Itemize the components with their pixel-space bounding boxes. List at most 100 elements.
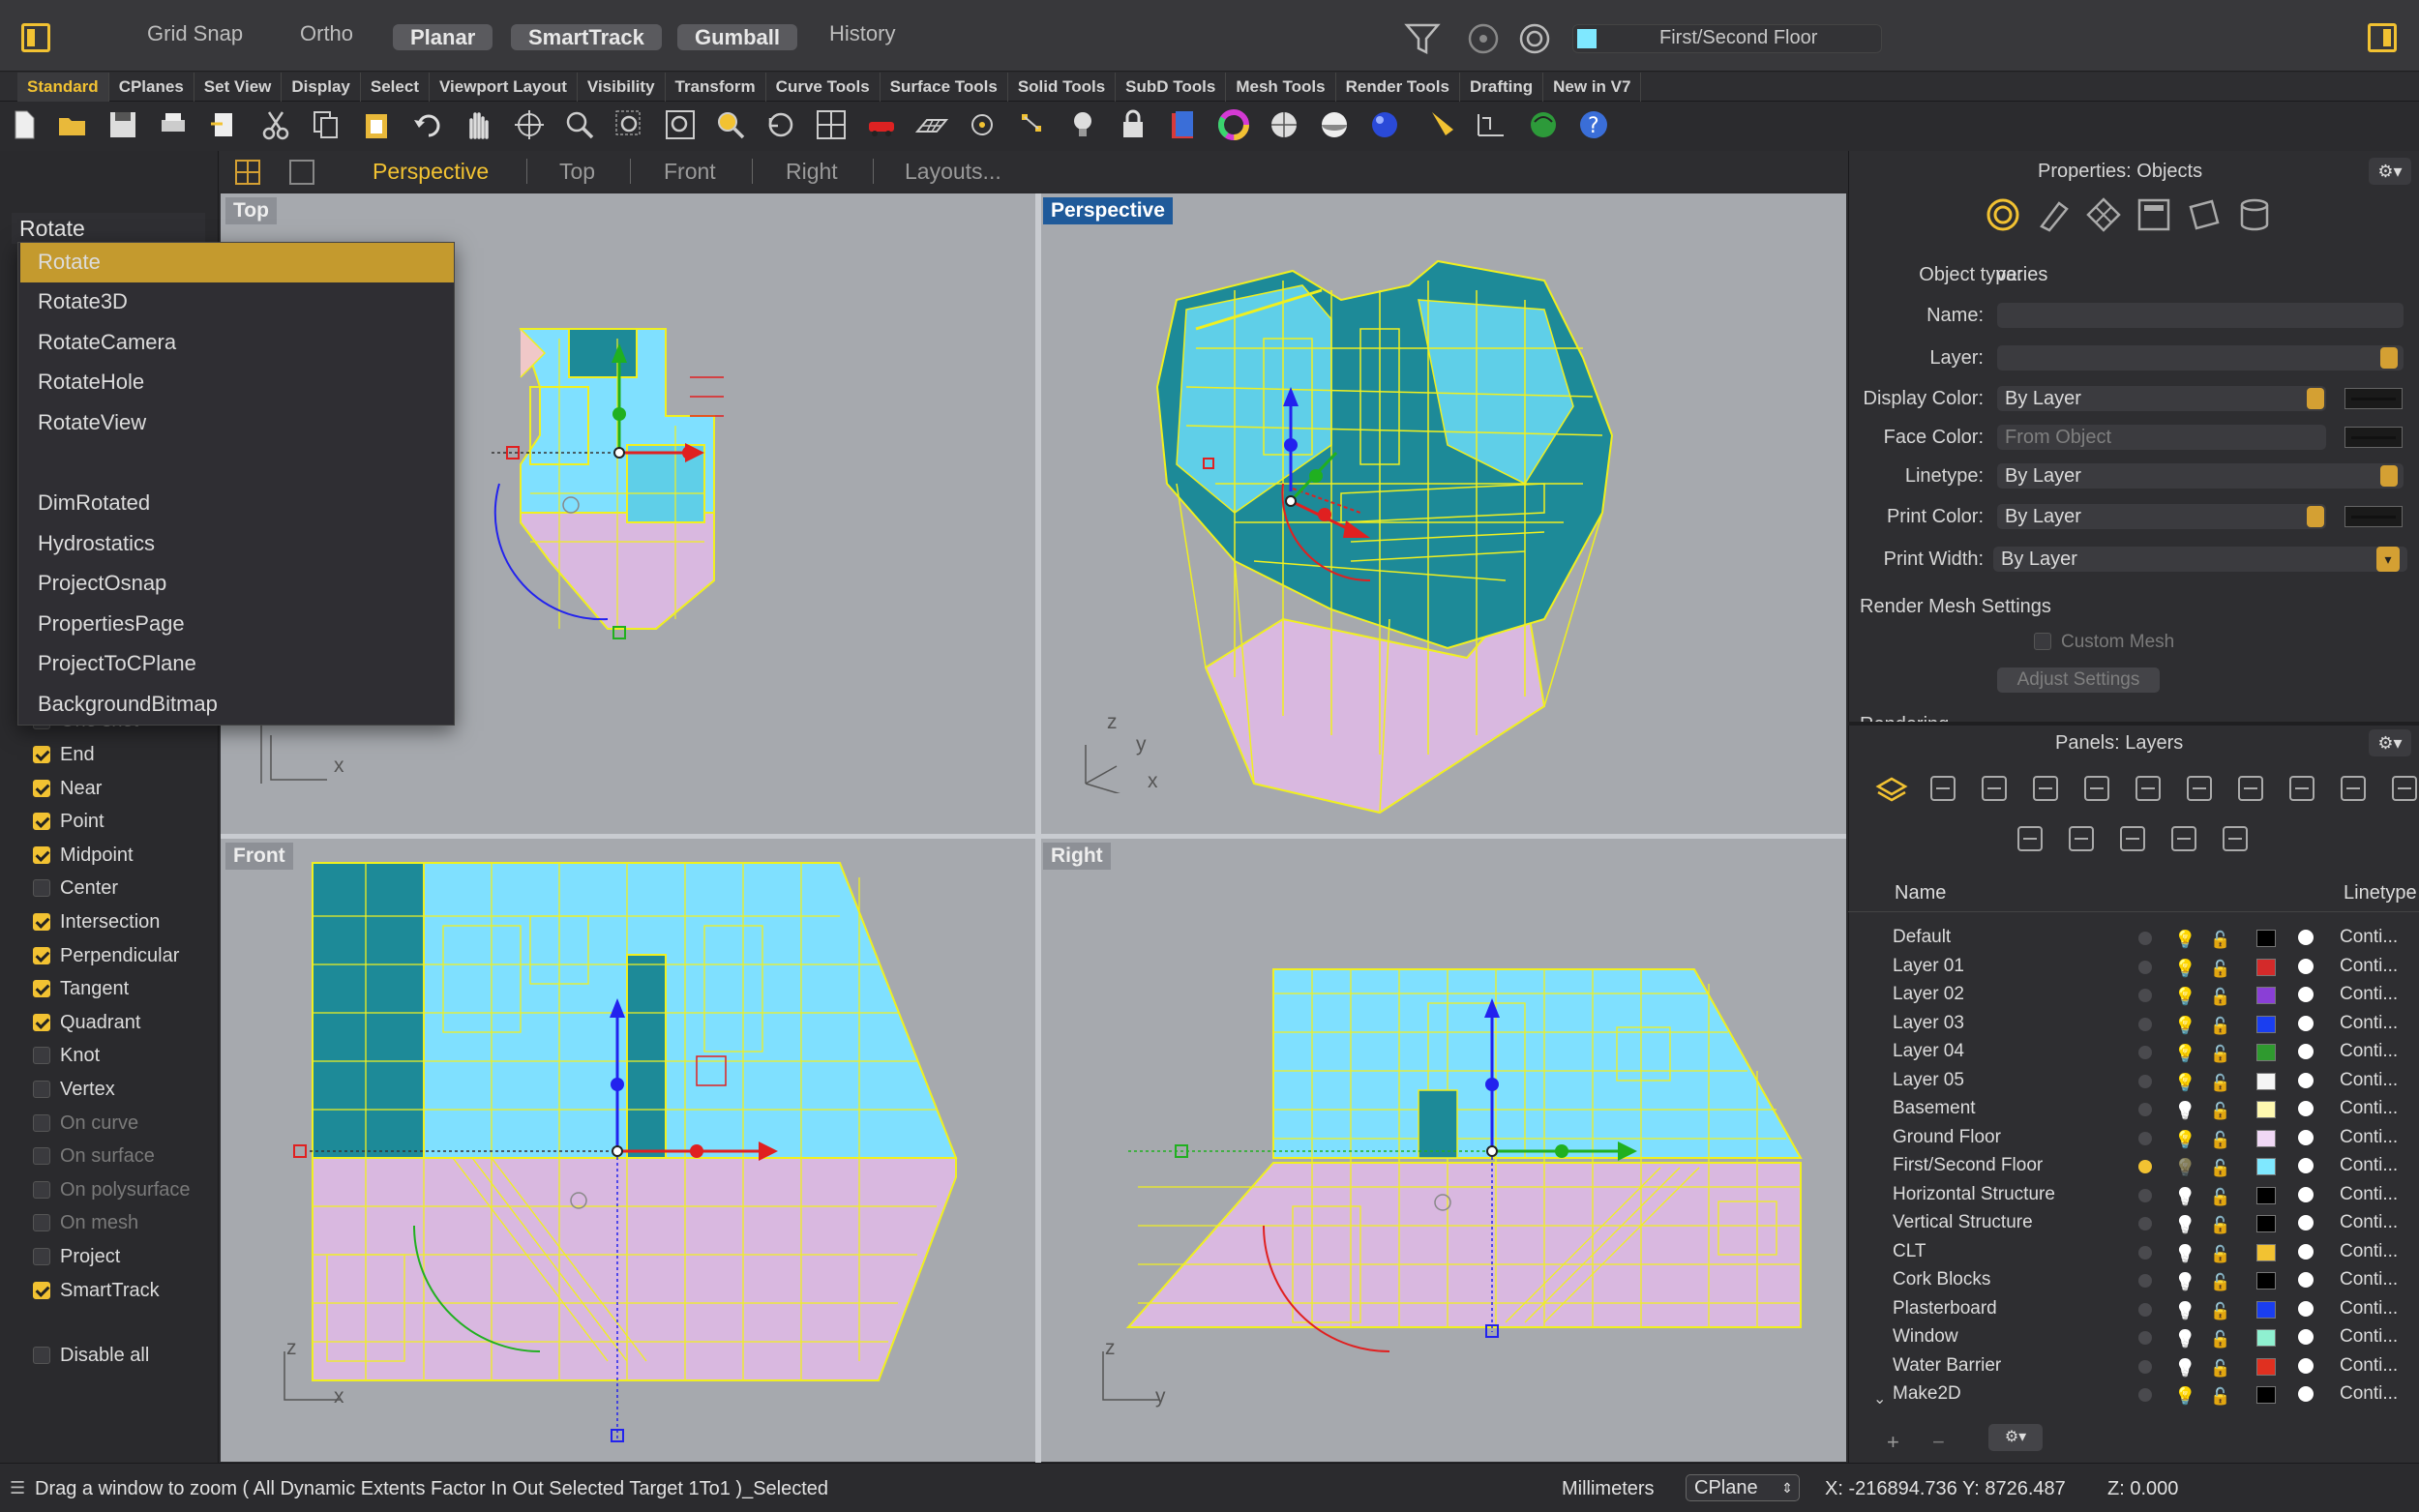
layer-color-swatch[interactable]: [2256, 987, 2276, 1004]
ortho-toggle[interactable]: Ortho: [300, 21, 353, 46]
osnap-center[interactable]: Center: [33, 875, 118, 901]
layer-color-swatch[interactable]: [2256, 1244, 2276, 1261]
layer-color-swatch[interactable]: [2256, 1187, 2276, 1204]
layer-linetype[interactable]: Conti...: [2340, 1037, 2398, 1065]
autocomplete-item-rotatecamera[interactable]: RotateCamera: [38, 323, 176, 362]
box-mapping-icon[interactable]: [2185, 195, 2224, 234]
layer-material-icon[interactable]: [2298, 1016, 2314, 1031]
display-color-swatch[interactable]: [2344, 388, 2403, 409]
tab-display[interactable]: Display: [282, 73, 361, 102]
current-layer-radio[interactable]: [2138, 1103, 2152, 1116]
history-toggle[interactable]: History: [829, 21, 895, 46]
four-viewport-icon[interactable]: [234, 159, 261, 186]
viewport-top-title[interactable]: Top: [225, 197, 277, 224]
visibility-bulb-icon[interactable]: 💡: [2174, 1183, 2195, 1211]
layer-row-water-barrier[interactable]: Water Barrier 💡 🔓 Conti...: [1887, 1351, 2419, 1379]
layer-row-window[interactable]: Window 💡 🔓 Conti...: [1887, 1322, 2419, 1350]
database-icon[interactable]: [2235, 195, 2274, 234]
world-options-icon[interactable]: [1527, 108, 1560, 141]
color-wheel-icon[interactable]: [1217, 108, 1250, 141]
layer-linetype[interactable]: Conti...: [2340, 980, 2398, 1008]
lock-icon[interactable]: 🔓: [2210, 1354, 2230, 1382]
osnap-checkbox[interactable]: [33, 1282, 50, 1299]
layer-color-swatch[interactable]: [2256, 1044, 2276, 1061]
lock-icon[interactable]: 🔓: [2210, 1069, 2230, 1097]
layer-select-stepper[interactable]: [2380, 347, 2398, 369]
layer-linetype[interactable]: Conti...: [2340, 1123, 2398, 1151]
osnap-near[interactable]: Near: [33, 776, 102, 801]
planar-toggle[interactable]: Planar: [393, 24, 493, 50]
tab-cplanes[interactable]: CPlanes: [109, 73, 194, 102]
osnap-checkbox[interactable]: [33, 1014, 50, 1031]
display-color-stepper[interactable]: [2307, 388, 2324, 409]
osnap-checkbox[interactable]: [33, 947, 50, 964]
layer-name[interactable]: Layer 01: [1893, 952, 1964, 980]
osnap-on-curve[interactable]: On curve: [33, 1111, 138, 1136]
current-layer-radio[interactable]: [2138, 1075, 2152, 1088]
tab-solid-tools[interactable]: Solid Tools: [1008, 73, 1117, 102]
layer-row-layer-05[interactable]: Layer 05 💡 🔓 Conti...: [1887, 1066, 2419, 1094]
layer-row-plasterboard[interactable]: Plasterboard 💡 🔓 Conti...: [1887, 1294, 2419, 1322]
current-layer-radio[interactable]: [2138, 961, 2152, 974]
command-history-icon[interactable]: ☰: [10, 1478, 25, 1498]
viewport-right[interactable]: Right z y: [1041, 839, 1846, 1462]
linetype-select[interactable]: By Layer: [1997, 463, 2404, 489]
adjust-settings-button[interactable]: Adjust Settings: [1997, 667, 2160, 693]
visibility-bulb-icon[interactable]: 💡: [2174, 1325, 2195, 1353]
layer-name[interactable]: Vertical Structure: [1893, 1208, 2033, 1236]
viewport-perspective[interactable]: Perspective z y x: [1041, 193, 1846, 834]
layer-material-icon[interactable]: [2298, 1101, 2314, 1116]
layer-linetype[interactable]: Conti...: [2340, 1351, 2398, 1379]
layers-gear-icon[interactable]: ⚙▾: [2369, 729, 2411, 756]
wireframe-display-icon[interactable]: [1268, 108, 1300, 141]
osnap-checkbox[interactable]: [33, 1081, 50, 1098]
tab-perspective[interactable]: Perspective: [373, 159, 489, 185]
osnap-on-mesh[interactable]: On mesh: [33, 1210, 138, 1235]
autocomplete-item-rotate[interactable]: Rotate: [38, 243, 101, 282]
autocomplete-item-propertiespage[interactable]: PropertiesPage: [38, 605, 185, 643]
tab-layouts[interactable]: Layouts...: [905, 159, 1001, 185]
cut-icon[interactable]: [259, 108, 292, 141]
new-file-icon[interactable]: [8, 108, 41, 141]
lock-icon[interactable]: 🔓: [2210, 1126, 2230, 1154]
osnap-checkbox[interactable]: [33, 813, 50, 830]
layer-row-make2d[interactable]: Make2D 💡 🔓 Conti...: [1887, 1379, 2419, 1408]
gumball-toggle[interactable]: Gumball: [677, 24, 798, 50]
layer-material-icon[interactable]: [2298, 959, 2314, 974]
layer-material-icon[interactable]: [2298, 930, 2314, 945]
osnap-checkbox[interactable]: [33, 1181, 50, 1199]
tab-front[interactable]: Front: [664, 159, 716, 185]
visibility-bulb-icon[interactable]: 💡: [2174, 983, 2195, 1011]
visibility-bulb-icon[interactable]: 💡: [2174, 1354, 2195, 1382]
autocomplete-item-hydrostatics[interactable]: Hydrostatics: [38, 524, 155, 563]
layer-name[interactable]: Make2D: [1893, 1379, 1961, 1408]
units-label[interactable]: Millimeters: [1562, 1478, 1655, 1500]
layer-row-basement[interactable]: Basement 💡 🔓 Conti...: [1887, 1094, 2419, 1122]
material-icon[interactable]: [2034, 195, 2073, 234]
print-color-select[interactable]: By Layer: [1997, 504, 2326, 529]
layer-color-swatch[interactable]: [2256, 1301, 2276, 1319]
osnap-checkbox[interactable]: [33, 879, 50, 897]
layer-linetype[interactable]: Conti...: [2340, 923, 2398, 951]
tab-drafting[interactable]: Drafting: [1460, 73, 1544, 102]
layer-material-icon[interactable]: [2298, 1187, 2314, 1202]
tab-viewport-layout[interactable]: Viewport Layout: [430, 73, 578, 102]
layer-color-swatch[interactable]: [2256, 1215, 2276, 1232]
named-view-car-icon[interactable]: [865, 108, 898, 141]
sun-icon[interactable]: [2166, 821, 2201, 856]
current-layer-radio[interactable]: [2138, 1274, 2152, 1288]
layer-material-icon[interactable]: [2298, 1158, 2314, 1173]
display-color-select[interactable]: By Layer: [1997, 386, 2326, 411]
osnap-on-polysurface[interactable]: On polysurface: [33, 1177, 191, 1202]
save-icon[interactable]: [106, 108, 139, 141]
shaded-display-icon[interactable]: [1318, 108, 1351, 141]
lock-icon[interactable]: 🔓: [2210, 1154, 2230, 1182]
layer-name[interactable]: Water Barrier: [1893, 1351, 2001, 1379]
visibility-bulb-icon[interactable]: 💡: [2174, 955, 2195, 983]
current-layer-radio[interactable]: [2138, 1189, 2152, 1202]
layer-row-layer-04[interactable]: Layer 04 💡 🔓 Conti...: [1887, 1037, 2419, 1065]
layer-row-clt[interactable]: CLT 💡 🔓 Conti...: [1887, 1237, 2419, 1265]
layer-name[interactable]: Plasterboard: [1893, 1294, 1997, 1322]
layer-material-icon[interactable]: [2298, 1329, 2314, 1345]
display-modes-icon[interactable]: [1926, 771, 1960, 806]
